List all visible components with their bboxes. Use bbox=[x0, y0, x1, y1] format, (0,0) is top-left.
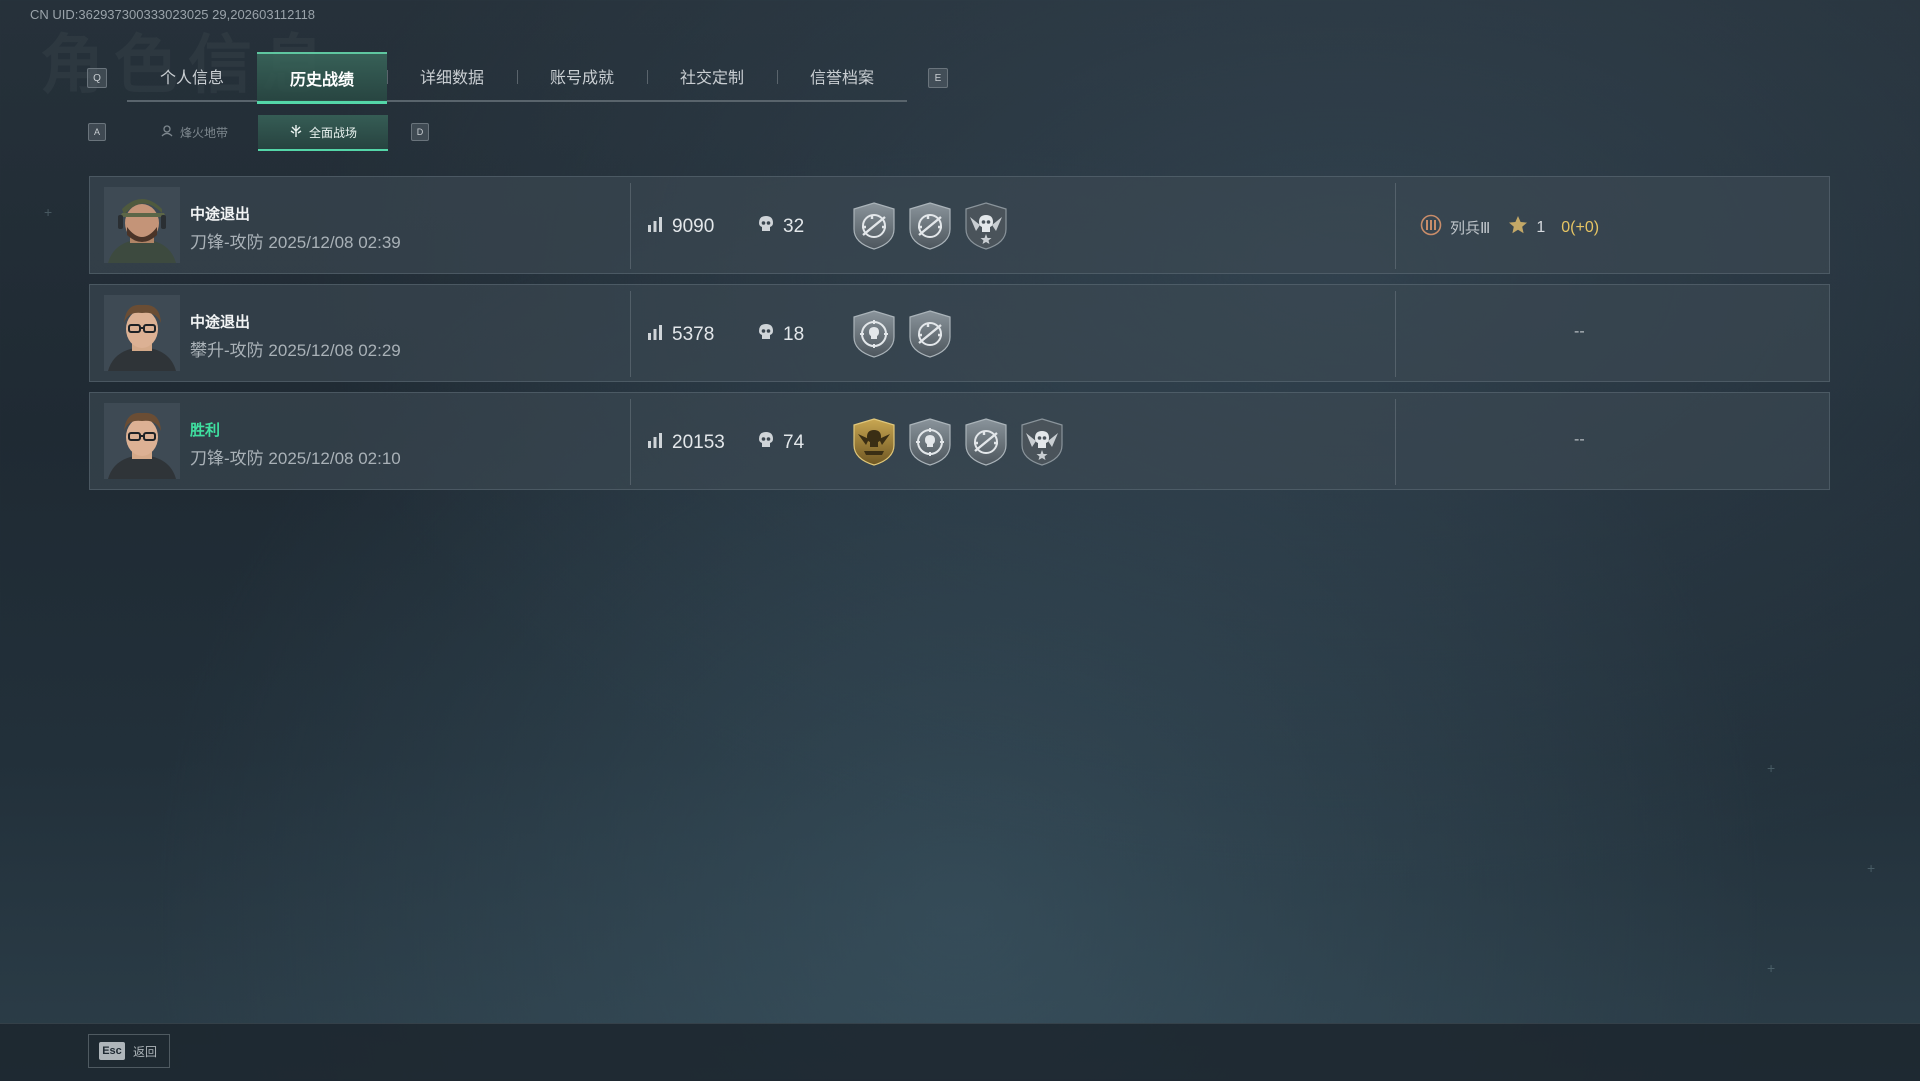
tab-next-key-hint[interactable]: E bbox=[928, 68, 948, 88]
rifle-crosshair-badge-icon[interactable] bbox=[908, 309, 952, 359]
subtab-battlefield-label: 全面战场 bbox=[308, 125, 357, 140]
gold-eagle-badge-icon[interactable] bbox=[852, 417, 896, 467]
extraction-icon bbox=[160, 124, 174, 141]
row-divider bbox=[630, 183, 631, 269]
subtab-battlefield[interactable]: 全面战场 bbox=[258, 115, 388, 151]
back-button[interactable]: Esc 返回 bbox=[88, 1034, 170, 1068]
match-mode-time: 攀升-攻防 2025/12/08 02:29 bbox=[190, 336, 401, 361]
kills-value: 74 bbox=[783, 432, 805, 453]
rank-placeholder: -- bbox=[1574, 323, 1585, 340]
subtab-prev-key-hint[interactable]: A bbox=[88, 123, 106, 141]
match-row[interactable]: 中途退出 攀升-攻防 2025/12/08 02:29 5378 18 -- bbox=[89, 284, 1830, 382]
match-kills: 74 bbox=[758, 431, 804, 455]
star-icon bbox=[1508, 215, 1528, 240]
subtab-extraction-label: 烽火地带 bbox=[179, 125, 228, 140]
match-row[interactable]: 中途退出 刀锋-攻防 2025/12/08 02:39 9090 32 列兵Ⅲ … bbox=[89, 176, 1830, 274]
skull-wings-badge-icon[interactable] bbox=[1020, 417, 1064, 467]
bar-chart-icon bbox=[646, 215, 664, 239]
match-result: 中途退出 bbox=[190, 206, 251, 223]
bottom-bar: Esc 返回 bbox=[0, 1023, 1920, 1081]
medal-list bbox=[852, 417, 1064, 467]
back-label: 返回 bbox=[133, 1044, 158, 1059]
decor-plus-icon: + bbox=[44, 204, 53, 220]
match-time: 2025/12/08 02:39 bbox=[268, 233, 401, 252]
exp-change: 0(+0) bbox=[1561, 218, 1600, 236]
match-score: 20153 bbox=[646, 431, 725, 455]
score-value: 20153 bbox=[672, 432, 725, 453]
tab-personal-info[interactable]: 个人信息 bbox=[127, 52, 257, 100]
row-divider bbox=[1395, 183, 1396, 269]
rifle-crosshair-badge-icon[interactable] bbox=[852, 201, 896, 251]
tab-achievements[interactable]: 账号成就 bbox=[517, 52, 647, 100]
match-score: 5378 bbox=[646, 323, 714, 347]
match-mode: 刀锋-攻防 bbox=[190, 449, 264, 468]
decor-plus-icon: + bbox=[1867, 860, 1876, 876]
match-kills: 32 bbox=[758, 215, 804, 239]
avatar-soldier-cap bbox=[104, 187, 180, 263]
kills-value: 32 bbox=[783, 216, 805, 237]
match-result: 胜利 bbox=[190, 422, 221, 439]
score-value: 5378 bbox=[672, 324, 715, 345]
match-time: 2025/12/08 02:29 bbox=[268, 341, 401, 360]
rank-label: 列兵Ⅲ bbox=[1450, 220, 1491, 237]
row-divider bbox=[1395, 399, 1396, 485]
row-divider bbox=[630, 399, 631, 485]
score-value: 9090 bbox=[672, 216, 715, 237]
match-score: 9090 bbox=[646, 215, 714, 239]
rank-progress: 列兵Ⅲ 1 0(+0) bbox=[1420, 214, 1599, 241]
subtab-next-key-hint[interactable]: D bbox=[411, 123, 429, 141]
decor-plus-icon: + bbox=[1767, 960, 1776, 976]
subtab-extraction[interactable]: 烽火地带 bbox=[130, 115, 258, 149]
esc-key-hint: Esc bbox=[99, 1042, 125, 1060]
skull-wings-badge-icon[interactable] bbox=[964, 201, 1008, 251]
match-time: 2025/12/08 02:10 bbox=[268, 449, 401, 468]
uid-text: CN UID:362937300333023025 29,20260311211… bbox=[30, 7, 316, 22]
rank-emblem-icon bbox=[1420, 214, 1442, 241]
match-mode-time: 刀锋-攻防 2025/12/08 02:10 bbox=[190, 444, 401, 469]
match-kills: 18 bbox=[758, 323, 804, 347]
rifle-crosshair-badge-icon[interactable] bbox=[908, 201, 952, 251]
medal-list bbox=[852, 309, 952, 359]
row-divider bbox=[630, 291, 631, 377]
avatar-soldier-glasses bbox=[104, 403, 180, 479]
skull-icon bbox=[758, 431, 774, 455]
rifle-crosshair-badge-icon[interactable] bbox=[964, 417, 1008, 467]
tab-prev-key-hint[interactable]: Q bbox=[87, 68, 107, 88]
kills-value: 18 bbox=[783, 324, 805, 345]
match-result: 中途退出 bbox=[190, 314, 251, 331]
battlefield-icon bbox=[289, 124, 303, 141]
skull-icon bbox=[758, 323, 774, 347]
avatar-soldier-glasses bbox=[104, 295, 180, 371]
skull-target-badge-icon[interactable] bbox=[908, 417, 952, 467]
match-mode-time: 刀锋-攻防 2025/12/08 02:39 bbox=[190, 228, 401, 253]
skull-icon bbox=[758, 215, 774, 239]
tab-match-history[interactable]: 历史战绩 bbox=[257, 52, 387, 104]
match-row[interactable]: 胜利 刀锋-攻防 2025/12/08 02:10 20153 74 -- bbox=[89, 392, 1830, 490]
bar-chart-icon bbox=[646, 431, 664, 455]
star-count: 1 bbox=[1536, 218, 1546, 236]
medal-list bbox=[852, 201, 1008, 251]
tab-social-custom[interactable]: 社交定制 bbox=[647, 52, 777, 100]
tab-detailed-data[interactable]: 详细数据 bbox=[387, 52, 517, 100]
skull-target-badge-icon[interactable] bbox=[852, 309, 896, 359]
main-tabs: 个人信息 历史战绩 详细数据 账号成就 社交定制 信誉档案 bbox=[127, 52, 907, 104]
tab-credit-record[interactable]: 信誉档案 bbox=[777, 52, 907, 100]
decor-plus-icon: + bbox=[1767, 760, 1776, 776]
rank-placeholder: -- bbox=[1574, 431, 1585, 448]
mode-subtabs: 烽火地带 全面战场 bbox=[130, 115, 388, 151]
match-mode: 攀升-攻防 bbox=[190, 341, 264, 360]
match-mode: 刀锋-攻防 bbox=[190, 233, 264, 252]
row-divider bbox=[1395, 291, 1396, 377]
bar-chart-icon bbox=[646, 323, 664, 347]
